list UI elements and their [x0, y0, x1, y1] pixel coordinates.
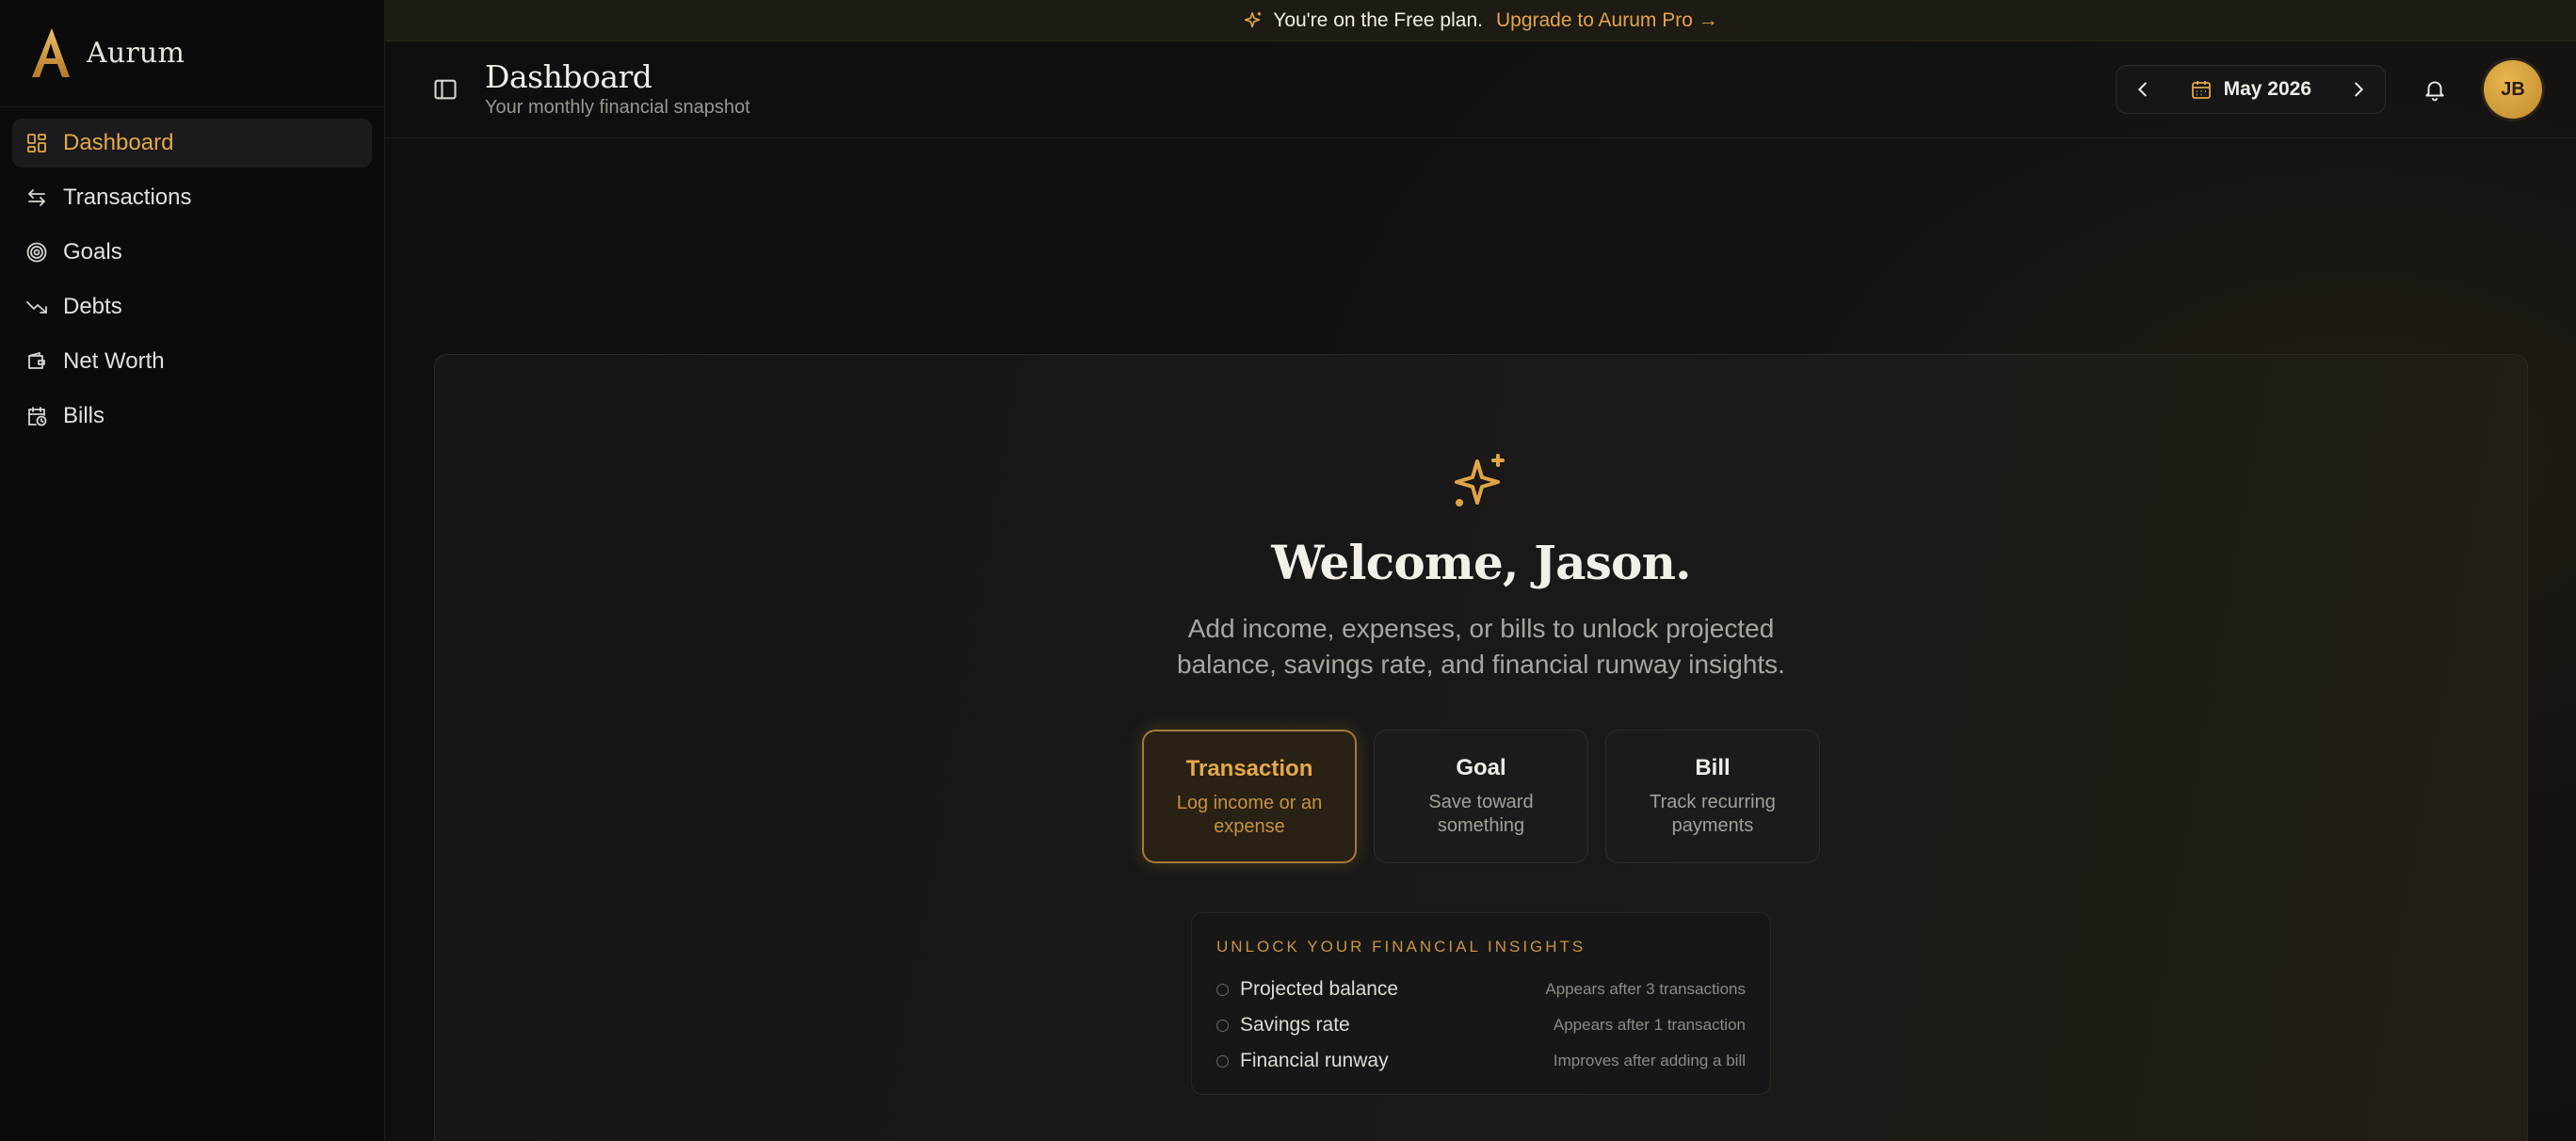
prev-month-button[interactable] [2124, 71, 2162, 108]
sidebar-toggle-icon[interactable] [432, 76, 459, 103]
list-item: Financial runway Improves after adding a… [1216, 1043, 1746, 1079]
add-goal-button[interactable]: Goal Save toward something [1374, 730, 1588, 863]
bell-icon [2425, 81, 2444, 102]
chevron-right-icon [2355, 82, 2364, 97]
month-picker[interactable]: May 2026 [2162, 78, 2340, 101]
insights-title: UNLOCK YOUR FINANCIAL INSIGHTS [1216, 938, 1586, 956]
status-circle-icon [1216, 1019, 1229, 1032]
welcome-card: Welcome, Jason. Add income, expenses, or… [434, 354, 2528, 1141]
sidebar: Aurum Dashboard Transactions Goals Debts… [0, 0, 385, 1141]
calendar-icon [2191, 81, 2211, 99]
choice-subtitle: Track recurring payments [1650, 792, 1776, 836]
sidebar-item-label: Goals [63, 239, 122, 265]
sidebar-item-goals[interactable]: Goals [12, 228, 372, 277]
wallet-icon [25, 350, 48, 373]
sparkle-icon [1455, 454, 1505, 506]
arrows-swap-icon [25, 186, 48, 209]
welcome-content: Welcome, Jason. Add income, expenses, or… [435, 355, 2527, 1095]
insight-label: Financial runway [1240, 1050, 1389, 1071]
choice-title: Bill [1695, 755, 1731, 780]
main-area: You're on the Free plan. Upgrade to Auru… [385, 0, 2576, 1141]
sidebar-nav: Dashboard Transactions Goals Debts Net W… [0, 107, 384, 458]
avatar[interactable]: JB [2484, 60, 2542, 119]
brand[interactable]: Aurum [0, 0, 384, 107]
app-root: Aurum Dashboard Transactions Goals Debts… [0, 0, 2576, 1141]
chevron-left-icon [2137, 82, 2147, 97]
notifications-button[interactable] [2412, 67, 2457, 112]
plan-banner-text: You're on the Free plan. [1273, 8, 1483, 31]
insight-label: Savings rate [1240, 1014, 1350, 1036]
target-icon [25, 241, 48, 264]
brand-name: Aurum [87, 37, 185, 70]
list-item: Projected balance Appears after 3 transa… [1216, 972, 1746, 1007]
page-title: Dashboard [485, 58, 652, 96]
sidebar-item-label: Dashboard [63, 130, 174, 155]
insights-checklist: UNLOCK YOUR FINANCIAL INSIGHTS Projected… [1191, 912, 1771, 1095]
sidebar-item-label: Net Worth [63, 348, 165, 374]
sidebar-item-debts[interactable]: Debts [12, 282, 372, 331]
status-circle-icon [1216, 1054, 1229, 1068]
sidebar-item-label: Bills [63, 403, 105, 428]
sidebar-item-dashboard[interactable]: Dashboard [12, 119, 372, 168]
choice-title: Goal [1456, 755, 1506, 780]
add-bill-button[interactable]: Bill Track recurring payments [1605, 730, 1820, 863]
dashboard-grid-icon [25, 132, 48, 154]
next-month-button[interactable] [2340, 71, 2377, 108]
sidebar-item-label: Transactions [63, 185, 192, 210]
month-switcher: May 2026 [2115, 65, 2386, 114]
welcome-lead: Add income, expenses, or bills to unlock… [1177, 614, 1785, 679]
trending-down-icon [25, 296, 48, 318]
page-title-group: Dashboard Your monthly financial snapsho… [485, 60, 750, 118]
month-label: May 2026 [2223, 78, 2311, 100]
status-circle-icon [1216, 983, 1229, 996]
choice-subtitle: Log income or an expense [1176, 793, 1323, 837]
avatar-initials: JB [2501, 78, 2525, 100]
sidebar-item-transactions[interactable]: Transactions [12, 173, 372, 222]
add-transaction-button[interactable]: Transaction Log income or an expense [1142, 730, 1357, 863]
choice-subtitle: Save toward something [1428, 792, 1534, 836]
page-subtitle: Your monthly financial snapshot [485, 96, 750, 118]
choice-title: Transaction [1185, 756, 1313, 781]
sidebar-item-net-worth[interactable]: Net Worth [12, 337, 372, 386]
list-item: Savings rate Appears after 1 transaction [1216, 1007, 1746, 1043]
insight-note: Appears after 1 transaction [1553, 1016, 1746, 1034]
quick-add-options: Transaction Log income or an expense Goa… [1142, 730, 1820, 863]
topbar: Dashboard Your monthly financial snapsho… [385, 41, 2576, 138]
insight-note: Improves after adding a bill [1553, 1052, 1746, 1069]
insight-note: Appears after 3 transactions [1545, 980, 1746, 998]
insight-label: Projected balance [1240, 978, 1399, 1000]
plan-banner: You're on the Free plan. Upgrade to Auru… [385, 0, 2576, 41]
calendar-clock-icon [25, 405, 48, 427]
sparkle-icon [1245, 11, 1262, 27]
upgrade-link[interactable]: Upgrade to Aurum Pro → [1496, 9, 1718, 32]
sidebar-item-bills[interactable]: Bills [12, 392, 372, 441]
aurum-logo-icon [32, 27, 70, 77]
welcome-heading: Welcome, Jason. [1271, 535, 1691, 590]
sidebar-item-label: Debts [63, 294, 122, 319]
